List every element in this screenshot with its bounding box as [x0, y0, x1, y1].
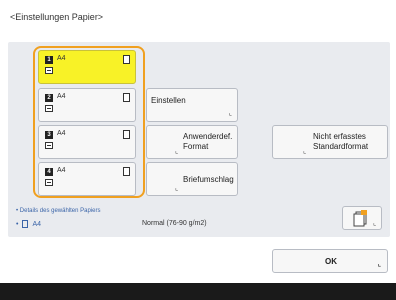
selected-paper-type: Normal (76-90 g/m2): [142, 220, 207, 227]
corner-arrow-icon: ⌞: [228, 110, 232, 117]
ok-label: OK: [325, 257, 337, 266]
paper-sheet-icon: [123, 55, 130, 64]
drawer-2-button[interactable]: 2 A4: [38, 88, 136, 122]
paper-settings-icon: ⌞: [353, 210, 376, 227]
drawer-number-icon: 3: [45, 131, 53, 139]
drawer-paper-size: A4: [57, 55, 66, 62]
status-bar: [0, 283, 396, 300]
paper-sheet-icon: [22, 220, 29, 228]
bullet: •: [16, 220, 19, 228]
paper-settings-button[interactable]: ⌞: [342, 206, 382, 230]
drawer-paper-size: A4: [57, 167, 66, 174]
custom-format-button[interactable]: Anwenderdef. Format ⌞: [146, 125, 238, 159]
drawer-tray-icon: [45, 142, 53, 149]
paper-sheet-icon: [123, 93, 130, 102]
unknown-format-button[interactable]: Nicht erfasstes Standardformat ⌞: [272, 125, 388, 159]
unknown-format-label-line2: Standardformat: [313, 142, 369, 151]
drawer-paper-size: A4: [57, 93, 66, 100]
details-heading-text: Details des gewählten Papiers: [19, 208, 101, 214]
selected-paper-size: A4: [32, 220, 42, 228]
svg-text:⌞: ⌞: [373, 220, 376, 227]
envelope-label: Briefumschlag: [183, 175, 234, 184]
corner-arrow-icon: ⌞: [377, 261, 381, 268]
ok-button[interactable]: OK ⌞: [272, 249, 388, 273]
custom-format-label: Anwenderdef. Format: [183, 132, 232, 152]
drawer-number-icon: 1: [45, 56, 53, 64]
einstellen-button[interactable]: Einstellen ⌞: [146, 88, 238, 122]
screen-title: <Einstellungen Papier>: [10, 12, 104, 22]
corner-arrow-icon: ⌞: [175, 185, 179, 192]
unknown-format-label: Nicht erfasstes Standardformat: [313, 132, 368, 152]
envelope-button[interactable]: Briefumschlag ⌞: [146, 162, 238, 196]
drawer-3-button[interactable]: 3 A4: [38, 125, 136, 159]
einstellen-label: Einstellen: [151, 96, 186, 105]
drawer-tray-icon: [45, 67, 53, 74]
unknown-format-label-line1: Nicht erfasstes: [313, 132, 366, 141]
corner-arrow-icon: ⌞: [303, 148, 307, 155]
drawer-paper-size: A4: [57, 130, 66, 137]
corner-arrow-icon: ⌞: [175, 148, 179, 155]
selected-paper-details-heading: • Details des gewählten Papiers: [16, 208, 101, 214]
drawer-tray-icon: [45, 179, 53, 186]
custom-format-label-line2: Format: [183, 142, 209, 151]
drawer-1-button[interactable]: 1 A4: [38, 50, 136, 84]
drawer-number-icon: 4: [45, 168, 53, 176]
drawer-4-button[interactable]: 4 A4: [38, 162, 136, 196]
paper-sheet-icon: [123, 130, 130, 139]
drawer-number-icon: 2: [45, 94, 53, 102]
drawer-tray-icon: [45, 105, 53, 112]
custom-format-label-line1: Anwenderdef.: [183, 132, 233, 141]
paper-sheet-icon: [123, 167, 130, 176]
selected-paper-size-row: • A4: [16, 220, 41, 228]
